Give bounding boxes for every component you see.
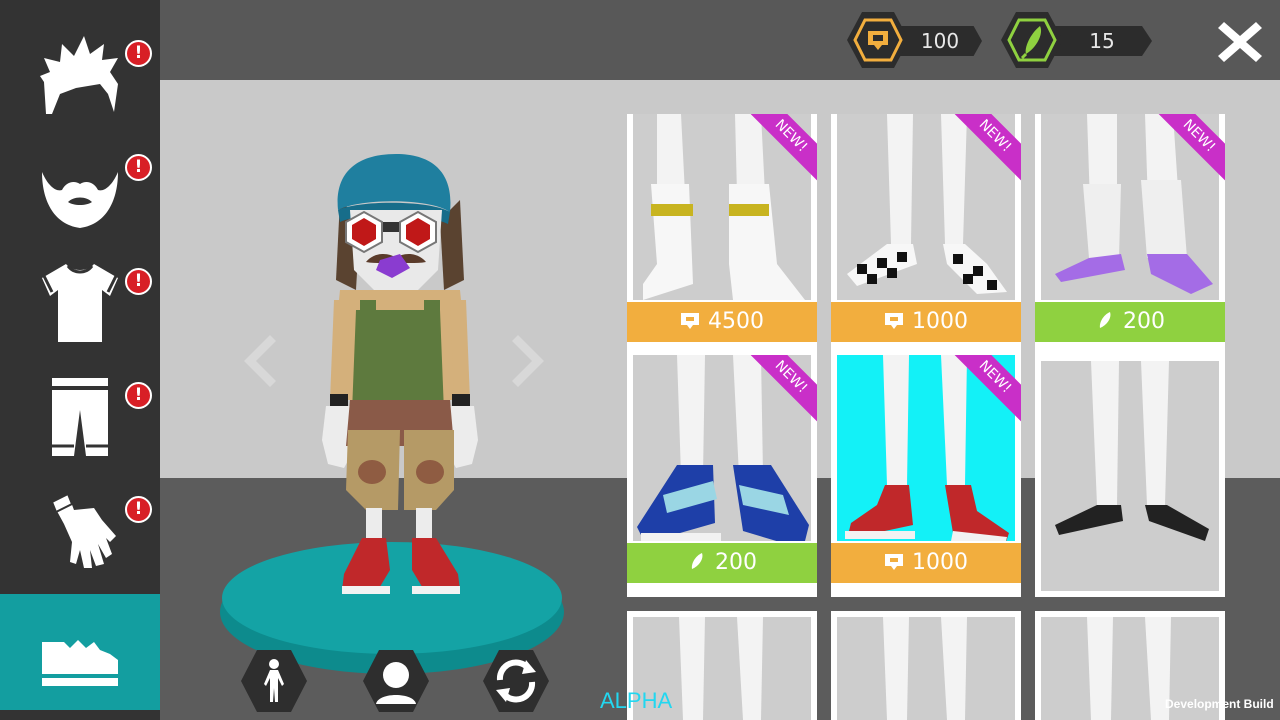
price-value: 1000 <box>912 550 968 575</box>
feather-gem-icon <box>1099 312 1111 328</box>
body-view-icon[interactable] <box>240 648 308 714</box>
tshirt-icon <box>42 264 118 342</box>
shoe-item-card[interactable] <box>831 611 1021 720</box>
green-feather-gem-icon <box>1001 12 1063 68</box>
alert-badge: ! <box>125 268 152 295</box>
previous-arrow-icon[interactable] <box>240 333 276 389</box>
beard-mustache-icon <box>42 172 118 228</box>
shoe-item-card[interactable]: NEW! 200 <box>1035 114 1225 356</box>
head-view-icon[interactable] <box>362 648 430 714</box>
price-tag[interactable]: 200 <box>1035 302 1225 342</box>
price-value: 4500 <box>708 309 764 334</box>
shorts-icon <box>52 378 108 456</box>
price-tag[interactable]: 200 <box>627 543 817 583</box>
development-build-label: Development Build <box>1165 697 1274 711</box>
coins-value: 100 <box>898 26 982 56</box>
item-preview-locked <box>837 617 1015 720</box>
feather-gem-icon <box>691 553 703 569</box>
coin-ticket-icon <box>885 313 903 329</box>
price-value: 1000 <box>912 309 968 334</box>
character-avatar[interactable] <box>320 150 480 600</box>
shoe-item-card[interactable] <box>1035 355 1225 597</box>
price-value: 200 <box>1123 309 1165 334</box>
shoe-item-card[interactable]: NEW! 200 <box>627 355 817 597</box>
price-tag[interactable]: 1000 <box>831 302 1021 342</box>
coin-ticket-icon <box>885 554 903 570</box>
alert-badge: ! <box>125 496 152 523</box>
coin-ticket-icon <box>847 12 909 68</box>
shoe-item-card[interactable]: NEW! 1000 <box>831 114 1021 356</box>
rotate-icon[interactable] <box>482 648 550 714</box>
category-shoes[interactable] <box>0 594 160 710</box>
shoe-item-card-selected[interactable]: NEW! 1000 <box>831 355 1021 597</box>
sneaker-icon <box>42 640 118 686</box>
spiky-hair-icon <box>40 36 118 114</box>
price-tag[interactable]: 4500 <box>627 302 817 342</box>
category-gloves[interactable]: ! <box>0 466 160 580</box>
category-shirt[interactable]: ! <box>0 238 160 352</box>
coin-ticket-icon <box>681 313 699 329</box>
price-value: 200 <box>715 550 757 575</box>
close-icon[interactable] <box>1216 18 1264 66</box>
item-preview-black-slipons <box>1041 361 1219 591</box>
next-arrow-icon[interactable] <box>512 333 548 389</box>
price-tag[interactable]: 1000 <box>831 543 1021 583</box>
category-sidebar: ! ! ! ! ! <box>0 0 160 720</box>
alpha-label: ALPHA <box>600 688 673 713</box>
gems-value: 15 <box>1052 26 1152 56</box>
glove-icon <box>50 492 116 568</box>
alert-badge: ! <box>125 40 152 67</box>
alert-badge: ! <box>125 154 152 181</box>
alert-badge: ! <box>125 382 152 409</box>
shoe-item-card[interactable]: NEW! 4500 <box>627 114 817 356</box>
category-hair[interactable]: ! <box>0 10 160 124</box>
category-pants[interactable]: ! <box>0 352 160 466</box>
category-beard[interactable]: ! <box>0 124 160 238</box>
